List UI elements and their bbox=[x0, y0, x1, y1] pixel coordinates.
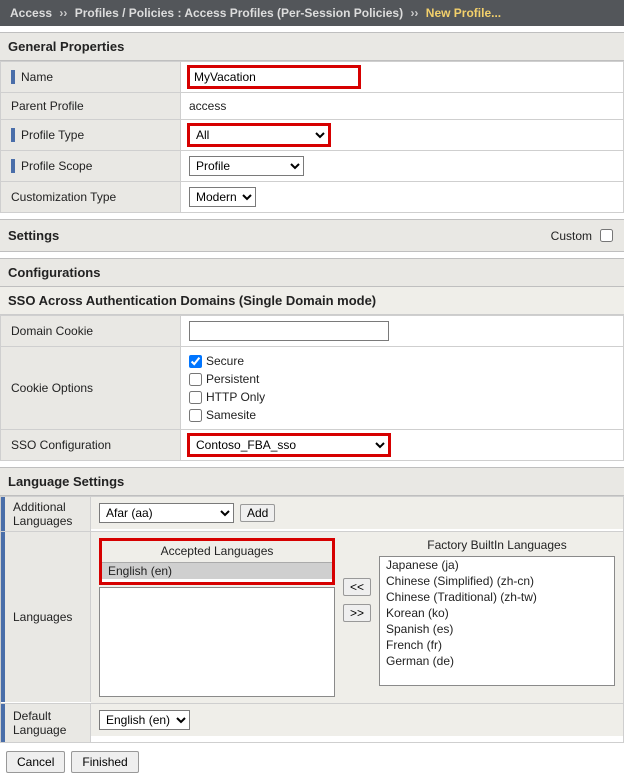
samesite-checkbox[interactable] bbox=[189, 409, 202, 422]
persistent-checkbox[interactable] bbox=[189, 373, 202, 386]
secure-checkbox[interactable] bbox=[189, 355, 202, 368]
profile-type-label: Profile Type bbox=[21, 128, 84, 142]
languages-row: Languages Accepted Languages English (en… bbox=[0, 532, 624, 704]
languages-label: Languages bbox=[13, 610, 72, 624]
list-item[interactable]: French (fr) bbox=[380, 637, 614, 653]
move-right-button[interactable]: >> bbox=[343, 604, 371, 622]
list-item[interactable]: English (en) bbox=[102, 563, 332, 579]
finished-button[interactable]: Finished bbox=[71, 751, 138, 773]
sso-subheader: SSO Across Authentication Domains (Singl… bbox=[0, 287, 624, 315]
profile-scope-label: Profile Scope bbox=[21, 159, 92, 173]
sso-config-label: SSO Configuration bbox=[11, 438, 111, 452]
parent-profile-value: access bbox=[189, 99, 226, 113]
profile-type-select[interactable]: All bbox=[189, 125, 329, 145]
move-left-button[interactable]: << bbox=[343, 578, 371, 596]
custom-checkbox[interactable] bbox=[600, 229, 613, 242]
httponly-checkbox[interactable] bbox=[189, 391, 202, 404]
additional-languages-row: Additional Languages Afar (aa) Add bbox=[0, 496, 624, 532]
secure-label: Secure bbox=[206, 352, 244, 370]
accepted-languages-list[interactable] bbox=[99, 587, 335, 697]
default-language-select[interactable]: English (en) bbox=[99, 710, 190, 730]
accepted-languages-title: Accepted Languages bbox=[102, 541, 332, 562]
customization-type-select[interactable]: Modern bbox=[189, 187, 256, 207]
list-item[interactable]: Japanese (ja) bbox=[380, 557, 614, 573]
footer-buttons: Cancel Finished bbox=[0, 743, 624, 781]
list-item[interactable]: Korean (ko) bbox=[380, 605, 614, 621]
cookie-options-label: Cookie Options bbox=[11, 381, 93, 395]
samesite-label: Samesite bbox=[206, 406, 256, 424]
customization-type-label: Customization Type bbox=[11, 190, 116, 204]
list-item[interactable]: Chinese (Simplified) (zh-cn) bbox=[380, 573, 614, 589]
additional-languages-select[interactable]: Afar (aa) bbox=[99, 503, 234, 523]
profile-scope-select[interactable]: Profile bbox=[189, 156, 304, 176]
breadcrumb-root[interactable]: Access bbox=[10, 6, 52, 20]
breadcrumb: Access ›› Profiles / Policies : Access P… bbox=[0, 0, 624, 26]
highlight-accepted-languages: Accepted Languages English (en) bbox=[99, 538, 335, 585]
name-label: Name bbox=[21, 70, 53, 84]
settings-title: Settings bbox=[8, 228, 59, 243]
name-input[interactable] bbox=[189, 67, 359, 87]
highlight-sso-config: Contoso_FBA_sso bbox=[189, 435, 389, 455]
parent-profile-label: Parent Profile bbox=[11, 99, 84, 113]
section-settings: Settings Custom bbox=[0, 219, 624, 252]
domain-cookie-input[interactable] bbox=[189, 321, 389, 341]
factory-languages-list[interactable]: Japanese (ja) Chinese (Simplified) (zh-c… bbox=[379, 556, 615, 686]
highlight-name bbox=[189, 67, 359, 87]
list-item[interactable]: Chinese (Traditional) (zh-tw) bbox=[380, 589, 614, 605]
httponly-label: HTTP Only bbox=[206, 388, 265, 406]
add-language-button[interactable]: Add bbox=[240, 504, 275, 522]
sso-config-select[interactable]: Contoso_FBA_sso bbox=[189, 435, 389, 455]
default-language-row: Default Language English (en) bbox=[0, 704, 624, 743]
breadcrumb-mid[interactable]: Profiles / Policies : Access Profiles (P… bbox=[75, 6, 403, 20]
default-language-label: Default Language bbox=[13, 709, 82, 737]
section-language-settings: Language Settings bbox=[0, 467, 624, 496]
domain-cookie-label: Domain Cookie bbox=[11, 324, 93, 338]
persistent-label: Persistent bbox=[206, 370, 259, 388]
section-general-properties: General Properties bbox=[0, 32, 624, 61]
accepted-languages-top[interactable]: English (en) bbox=[102, 562, 332, 582]
breadcrumb-current: New Profile... bbox=[426, 6, 501, 20]
sso-table: Domain Cookie Cookie Options Secure Pers… bbox=[0, 315, 624, 461]
highlight-profile-type: All bbox=[189, 125, 329, 145]
list-item[interactable]: German (de) bbox=[380, 653, 614, 669]
breadcrumb-sep: ›› bbox=[406, 6, 422, 20]
factory-languages-title: Factory BuiltIn Languages bbox=[379, 538, 615, 556]
list-item[interactable]: Spanish (es) bbox=[380, 621, 614, 637]
cancel-button[interactable]: Cancel bbox=[6, 751, 65, 773]
section-configurations: Configurations bbox=[0, 258, 624, 287]
general-properties-table: Name Parent Profile access Profile Type … bbox=[0, 61, 624, 213]
breadcrumb-sep: ›› bbox=[55, 6, 71, 20]
custom-label: Custom bbox=[551, 229, 592, 243]
additional-languages-label: Additional Languages bbox=[13, 500, 82, 528]
